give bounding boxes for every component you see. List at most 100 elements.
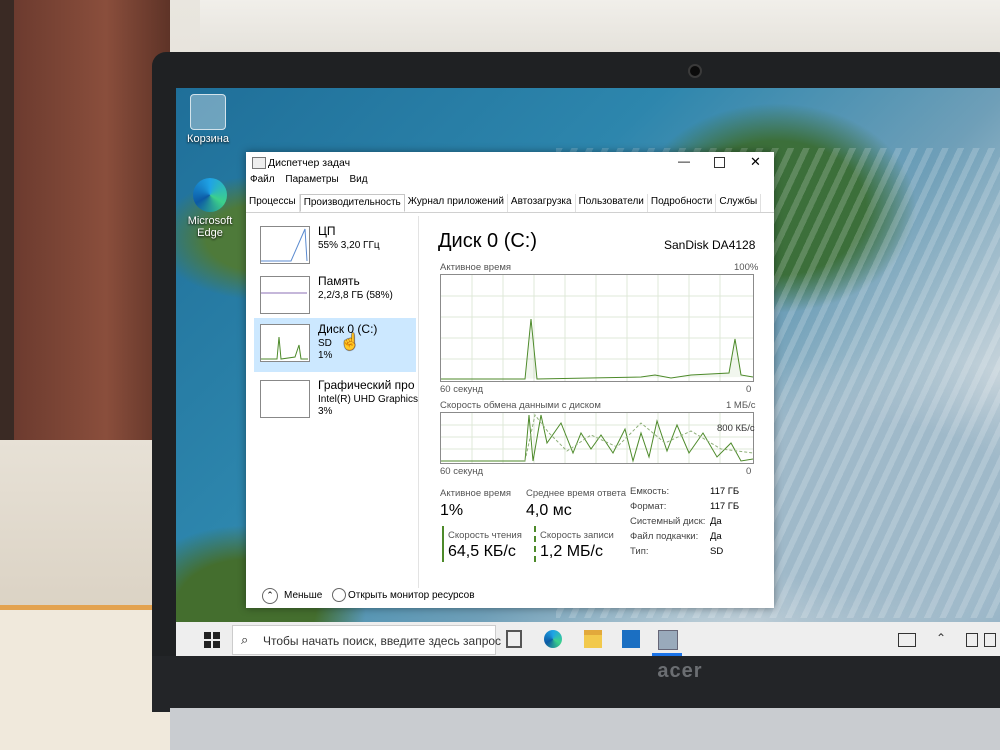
prop-key: Файл подкачки: (630, 531, 699, 542)
tab-users[interactable]: Пользователи (576, 194, 648, 212)
sidebar-item-name: ЦП (318, 224, 336, 238)
write-speed-value: 1,2 МБ/с (540, 543, 603, 560)
tab-strip: Процессы Производительность Журнал прило… (246, 194, 774, 213)
menu-options[interactable]: Параметры (285, 174, 338, 185)
write-speed-label: Скорость записи (540, 530, 614, 541)
graph1-min: 0 (746, 384, 752, 395)
sidebar-item-usage: 3% (318, 406, 333, 417)
prop-key: Формат: (630, 501, 667, 512)
tab-performance[interactable]: Производительность (299, 194, 405, 212)
sidebar-item-memory[interactable]: Память 2,2/3,8 ГБ (58%) (254, 270, 416, 320)
edge-taskbar-icon[interactable] (544, 630, 562, 648)
prop-row: Формат: 117 ГБ (630, 501, 770, 516)
close-icon[interactable]: ✕ (750, 154, 761, 170)
write-indicator-bar (534, 526, 536, 562)
ceiling (200, 0, 1000, 60)
graph2-time: 60 секунд (440, 466, 484, 477)
mail-icon[interactable] (622, 630, 640, 648)
read-speed-label: Скорость чтения (448, 530, 522, 541)
disk-model: SanDisk DA4128 (664, 238, 756, 252)
webcam (688, 64, 702, 78)
sidebar-item-disk[interactable]: Диск 0 (C:) SD 1% (254, 318, 416, 372)
prop-key: Системный диск: (630, 516, 706, 527)
laptop-chassis (170, 708, 1000, 750)
transfer-rate-graph: 800 КБ/с (440, 412, 755, 464)
menu-bar: Файл Параметры Вид (246, 174, 778, 192)
prop-value: 117 ГБ (710, 501, 740, 512)
desktop-icon-label: Корзина (187, 133, 229, 145)
fewer-details-link[interactable]: Меньше (284, 590, 322, 601)
tab-services[interactable]: Службы (716, 194, 762, 212)
cpu-thumbnail-graph (260, 226, 310, 264)
notification-area-icon[interactable] (898, 633, 916, 647)
sidebar-item-detail: 55% 3,20 ГГц (318, 240, 380, 251)
resource-monitor-icon (332, 588, 346, 602)
disk-thumbnail-graph (260, 324, 310, 362)
prop-row: Емкость: 117 ГБ (630, 486, 770, 501)
window-title: Диспетчер задач (268, 157, 351, 169)
active-time-chart (441, 275, 754, 381)
menu-view[interactable]: Вид (349, 174, 367, 185)
edge-icon (193, 178, 227, 212)
search-placeholder: Чтобы начать поиск, введите здесь запрос (263, 634, 502, 648)
search-icon: ⌕ (241, 632, 249, 647)
chevron-up-icon[interactable]: ⌃ (262, 588, 278, 604)
prop-value: Да (710, 531, 722, 542)
task-manager-window: Диспетчер задач — ✕ Файл Параметры Вид П… (246, 152, 774, 608)
recycle-bin-icon (190, 94, 226, 130)
sidebar-item-usage: 1% (318, 350, 333, 361)
taskbar: ⌕ Чтобы начать поиск, введите здесь запр… (176, 622, 1000, 656)
prop-value: 117 ГБ (710, 486, 740, 497)
graph1-time: 60 секунд (440, 384, 484, 395)
avg-response-value: 4,0 мс (526, 502, 572, 519)
prop-key: Тип: (630, 546, 649, 557)
sidebar-item-detail: 2,2/3,8 ГБ (58%) (318, 290, 393, 301)
laptop-bottom-bezel (152, 656, 1000, 712)
windows-icon (204, 632, 220, 648)
tab-processes[interactable]: Процессы (246, 194, 300, 212)
door-frame (0, 0, 14, 460)
graph2-min: 0 (746, 466, 752, 477)
graph1-max: 100% (734, 262, 759, 273)
desktop-icon-edge[interactable]: Microsoft Edge (180, 178, 240, 239)
graph2-mid: 800 КБ/с (717, 423, 755, 434)
prop-row: Файл подкачки: Да (630, 531, 770, 546)
tab-startup[interactable]: Автозагрузка (508, 194, 576, 212)
task-manager-taskbar-icon[interactable] (658, 630, 678, 650)
tab-details[interactable]: Подробности (648, 194, 717, 212)
maximize-icon[interactable] (714, 157, 725, 168)
prop-row: Системный диск: Да (630, 516, 770, 531)
sidebar-item-gpu[interactable]: Графический про Intel(R) UHD Graphics 3% (254, 374, 418, 424)
sidebar-item-cpu[interactable]: ЦП 55% 3,20 ГГц (254, 220, 416, 270)
battery-icon[interactable] (966, 633, 978, 647)
memory-thumbnail-graph (260, 276, 310, 314)
file-explorer-icon[interactable] (584, 630, 602, 648)
title-bar: Диспетчер задач — ✕ (246, 152, 774, 174)
door (10, 0, 170, 450)
minimize-icon[interactable]: — (678, 154, 690, 168)
sidebar-item-detail: SD (318, 338, 332, 349)
brand-logo: acer (657, 660, 703, 682)
tab-app-history[interactable]: Журнал приложений (405, 194, 508, 212)
sidebar-item-name: Память (318, 274, 360, 288)
app-icon (252, 157, 266, 169)
window-footer: ⌃ Меньше Открыть монитор ресурсов (246, 582, 774, 608)
chevron-up-icon[interactable]: ⌃ (936, 631, 946, 645)
disk-properties: Емкость: 117 ГБ Формат: 117 ГБ Системный д… (630, 486, 770, 561)
resource-monitor-link[interactable]: Открыть монитор ресурсов (348, 590, 475, 601)
menu-file[interactable]: Файл (250, 174, 275, 185)
cursor-hand-icon: ☝ (340, 334, 360, 351)
disk-heading: Диск 0 (C:) (438, 230, 538, 252)
active-time-value: 1% (440, 502, 464, 519)
active-app-indicator (652, 653, 682, 656)
start-button[interactable] (204, 632, 220, 648)
graph1-label: Активное время (440, 262, 512, 273)
desktop-icon-label: Microsoft Edge (187, 215, 233, 239)
desktop-icon-recycle-bin[interactable]: Корзина (178, 94, 238, 145)
transfer-rate-chart (441, 413, 754, 463)
taskbar-search-box[interactable]: ⌕ Чтобы начать поиск, введите здесь запр… (232, 625, 501, 655)
network-icon[interactable] (984, 633, 996, 647)
gpu-thumbnail-graph (260, 380, 310, 418)
active-time-graph (440, 274, 754, 382)
task-view-icon[interactable] (506, 630, 522, 648)
